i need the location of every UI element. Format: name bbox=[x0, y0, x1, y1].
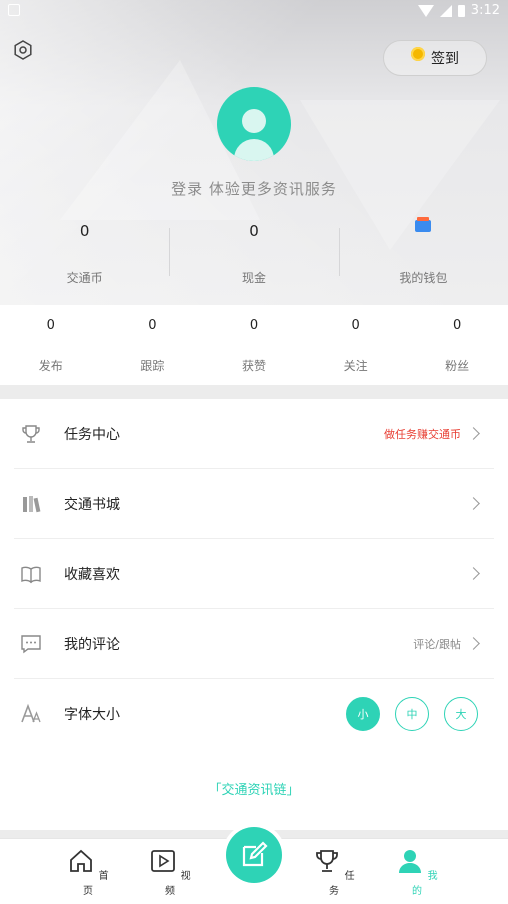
menu-hint bbox=[467, 567, 494, 580]
comment-icon bbox=[21, 634, 41, 653]
count-label: 跟踪 bbox=[140, 359, 165, 373]
font-size-small-button[interactable]: 小 bbox=[346, 697, 380, 731]
home-icon bbox=[70, 849, 93, 872]
nav-me[interactable]: 我的 bbox=[392, 847, 442, 897]
signin-label: 签到 bbox=[431, 51, 459, 67]
status-time: 3:12 bbox=[470, 3, 500, 18]
stat-label: 交通币 bbox=[66, 271, 103, 285]
menu-hint: 做任务赚交通币 bbox=[384, 426, 494, 442]
login-prompt[interactable]: 登录 体验更多资讯服务 bbox=[0, 178, 508, 199]
font-size-large-button[interactable]: 大 bbox=[444, 697, 478, 731]
count-tracking[interactable]: 0 跟踪 bbox=[102, 305, 204, 385]
menu-item-comments[interactable]: 我的评论 评论/跟帖 bbox=[14, 609, 494, 679]
count-value: 0 bbox=[46, 318, 55, 333]
header-stats: 0 交通币 0 现金 我的钱包 bbox=[0, 212, 508, 292]
wifi-icon bbox=[417, 4, 434, 17]
activity-counts: 0 发布 0 跟踪 0 获赞 0 关注 0 粉丝 bbox=[0, 305, 508, 385]
video-icon bbox=[151, 850, 176, 872]
menu-item-bookstore[interactable]: 交通书城 bbox=[14, 469, 494, 539]
menu-list: 任务中心 做任务赚交通币 交通书城 收藏喜欢 我的评论 评论/跟帖 字体大小 小… bbox=[0, 399, 508, 830]
nav-video[interactable]: 视频 bbox=[145, 847, 195, 897]
chevron-right-icon bbox=[467, 427, 480, 440]
count-value: 0 bbox=[453, 318, 462, 333]
signal-icon bbox=[439, 4, 452, 17]
count-value: 0 bbox=[249, 318, 259, 333]
books-icon bbox=[23, 495, 41, 512]
avatar[interactable] bbox=[217, 87, 291, 161]
count-following[interactable]: 0 关注 bbox=[305, 305, 407, 385]
menu-hint-text: 做任务赚交通币 bbox=[384, 427, 461, 441]
stat-coins[interactable]: 0 交通币 bbox=[0, 212, 169, 292]
count-likes[interactable]: 0 获赞 bbox=[203, 305, 305, 385]
nav-home[interactable]: 首页 bbox=[63, 847, 113, 897]
menu-hint-text: 评论/跟帖 bbox=[413, 637, 461, 651]
stat-label: 现金 bbox=[241, 271, 266, 285]
avatar-body bbox=[234, 139, 274, 161]
stat-value: 0 bbox=[249, 222, 259, 240]
footer-link[interactable]: 「交通资讯链」 bbox=[0, 779, 508, 798]
count-value: 0 bbox=[148, 318, 157, 333]
nav-tasks[interactable]: 任务 bbox=[309, 847, 359, 897]
menu-item-favorites[interactable]: 收藏喜欢 bbox=[14, 539, 494, 609]
menu-item-font-size: 字体大小 小 中 大 bbox=[14, 679, 494, 749]
count-label: 发布 bbox=[38, 359, 63, 373]
trophy-icon bbox=[316, 850, 339, 872]
bottom-nav: 首页 视频 任务 我的 bbox=[0, 827, 508, 904]
count-label: 获赞 bbox=[241, 359, 266, 373]
notification-icon bbox=[8, 4, 20, 16]
count-value: 0 bbox=[351, 318, 360, 333]
menu-label: 我的评论 bbox=[64, 636, 120, 653]
menu-item-tasks[interactable]: 任务中心 做任务赚交通币 bbox=[14, 399, 494, 469]
font-size-medium-button[interactable]: 中 bbox=[395, 697, 429, 731]
stat-cash[interactable]: 0 现金 bbox=[169, 212, 338, 292]
font-size-options: 小 中 大 bbox=[346, 697, 478, 731]
settings-icon[interactable] bbox=[13, 40, 33, 60]
signin-button[interactable]: 签到 bbox=[383, 40, 487, 76]
count-label: 关注 bbox=[343, 359, 368, 373]
menu-label: 收藏喜欢 bbox=[64, 566, 120, 583]
status-bar: 3:12 bbox=[0, 0, 508, 24]
user-icon bbox=[399, 850, 422, 873]
coin-icon bbox=[411, 47, 425, 61]
profile-header: 3:12 签到 登录 体验更多资讯服务 0 交通币 0 现金 我的钱包 bbox=[0, 0, 508, 305]
menu-hint: 评论/跟帖 bbox=[413, 636, 494, 652]
open-book-icon bbox=[21, 566, 41, 583]
publish-button[interactable] bbox=[226, 827, 282, 883]
wallet-icon bbox=[415, 217, 432, 232]
trophy-icon bbox=[22, 424, 40, 443]
count-posts[interactable]: 0 发布 bbox=[0, 305, 102, 385]
menu-hint bbox=[467, 497, 494, 510]
avatar-head bbox=[242, 109, 266, 133]
count-label: 粉丝 bbox=[445, 359, 470, 373]
menu-label: 字体大小 bbox=[64, 707, 120, 723]
stat-label: 我的钱包 bbox=[399, 271, 448, 285]
stat-value: 0 bbox=[79, 222, 90, 240]
battery-icon bbox=[457, 4, 465, 17]
menu-label: 任务中心 bbox=[64, 426, 120, 443]
font-size-icon bbox=[21, 703, 41, 723]
chevron-right-icon bbox=[467, 637, 480, 650]
count-followers[interactable]: 0 粉丝 bbox=[406, 305, 508, 385]
chevron-right-icon bbox=[467, 567, 480, 580]
edit-icon bbox=[242, 841, 268, 867]
menu-label: 交通书城 bbox=[64, 496, 120, 513]
chevron-right-icon bbox=[467, 497, 480, 510]
stat-wallet[interactable]: 我的钱包 bbox=[338, 212, 508, 292]
